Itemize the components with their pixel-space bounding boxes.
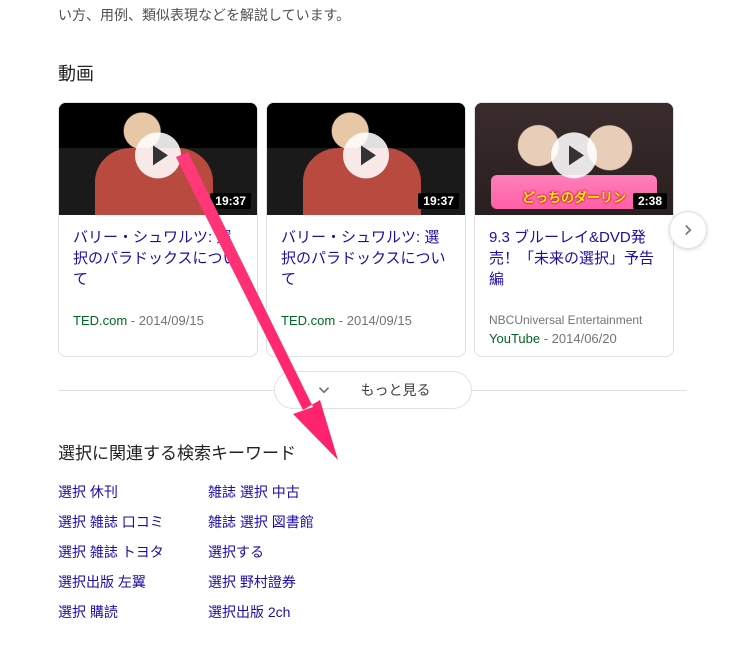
video-source: YouTube xyxy=(489,331,540,346)
video-date: 2014/06/20 xyxy=(552,331,617,346)
video-card[interactable]: 19:37 バリー・シュワルツ: 選択のパラドックスについて TED.com -… xyxy=(58,102,258,357)
video-carousel: 19:37 バリー・シュワルツ: 選択のパラドックスについて TED.com -… xyxy=(58,102,687,357)
video-thumbnail[interactable]: 19:37 xyxy=(267,103,465,215)
play-icon xyxy=(343,132,389,178)
related-search-link[interactable]: 選択出版 2ch xyxy=(208,602,687,622)
thumbnail-caption: どっちのダーリン xyxy=(499,187,650,206)
video-date: 2014/09/15 xyxy=(139,313,204,328)
video-thumbnail[interactable]: 19:37 xyxy=(59,103,257,215)
video-thumbnail[interactable]: どっちのダーリン 2:38 xyxy=(475,103,673,215)
video-title[interactable]: バリー・シュワルツ: 選択のパラドックスについて xyxy=(73,227,243,307)
related-search-link[interactable]: 選択 休刊 xyxy=(58,482,198,502)
chevron-right-icon xyxy=(679,221,697,239)
show-more-label: もっと見る xyxy=(361,380,431,400)
chevron-down-icon xyxy=(315,381,333,399)
video-date: 2014/09/15 xyxy=(347,313,412,328)
divider xyxy=(58,390,274,391)
related-search-link[interactable]: 選択 雑誌 トヨタ xyxy=(58,542,198,562)
related-search-link[interactable]: 雑誌 選択 中古 xyxy=(208,482,687,502)
video-source: TED.com xyxy=(73,313,127,328)
related-searches-heading: 選択に関連する検索キーワード xyxy=(58,439,687,464)
video-channel: NBCUniversal Entertainment xyxy=(489,313,659,327)
video-card[interactable]: どっちのダーリン 2:38 9.3 ブルーレイ&DVD発売！「未来の選択」予告編… xyxy=(474,102,674,357)
play-icon xyxy=(135,132,181,178)
related-search-link[interactable]: 選択する xyxy=(208,542,687,562)
related-searches: 選択 休刊 雑誌 選択 中古 選択 雑誌 口コミ 雑誌 選択 図書館 選択 雑誌… xyxy=(58,482,687,622)
play-icon xyxy=(551,132,597,178)
video-card[interactable]: 19:37 バリー・シュワルツ: 選択のパラドックスについて TED.com -… xyxy=(266,102,466,357)
video-duration: 19:37 xyxy=(418,193,459,209)
video-title[interactable]: 9.3 ブルーレイ&DVD発売！「未来の選択」予告編 xyxy=(489,227,659,307)
video-source: TED.com xyxy=(281,313,335,328)
video-title[interactable]: バリー・シュワルツ: 選択のパラドックスについて xyxy=(281,227,451,307)
related-search-link[interactable]: 選択出版 左翼 xyxy=(58,572,198,592)
video-duration: 2:38 xyxy=(633,193,667,209)
video-meta: YouTube - 2014/06/20 xyxy=(489,331,659,346)
related-search-link[interactable]: 選択 雑誌 口コミ xyxy=(58,512,198,532)
video-duration: 19:37 xyxy=(210,193,251,209)
video-meta: TED.com - 2014/09/15 xyxy=(73,313,243,328)
related-search-link[interactable]: 雑誌 選択 図書館 xyxy=(208,512,687,532)
videos-heading: 動画 xyxy=(58,60,687,86)
video-meta: TED.com - 2014/09/15 xyxy=(281,313,451,328)
related-search-link[interactable]: 選択 購読 xyxy=(58,602,198,622)
prev-result-snippet: い方、用例、類似表現などを解説しています。 xyxy=(58,0,687,26)
carousel-next-button[interactable] xyxy=(669,211,707,249)
more-row: もっと見る xyxy=(58,371,687,409)
related-search-link[interactable]: 選択 野村證券 xyxy=(208,572,687,592)
divider xyxy=(472,390,688,391)
show-more-button[interactable]: もっと見る xyxy=(274,371,472,409)
